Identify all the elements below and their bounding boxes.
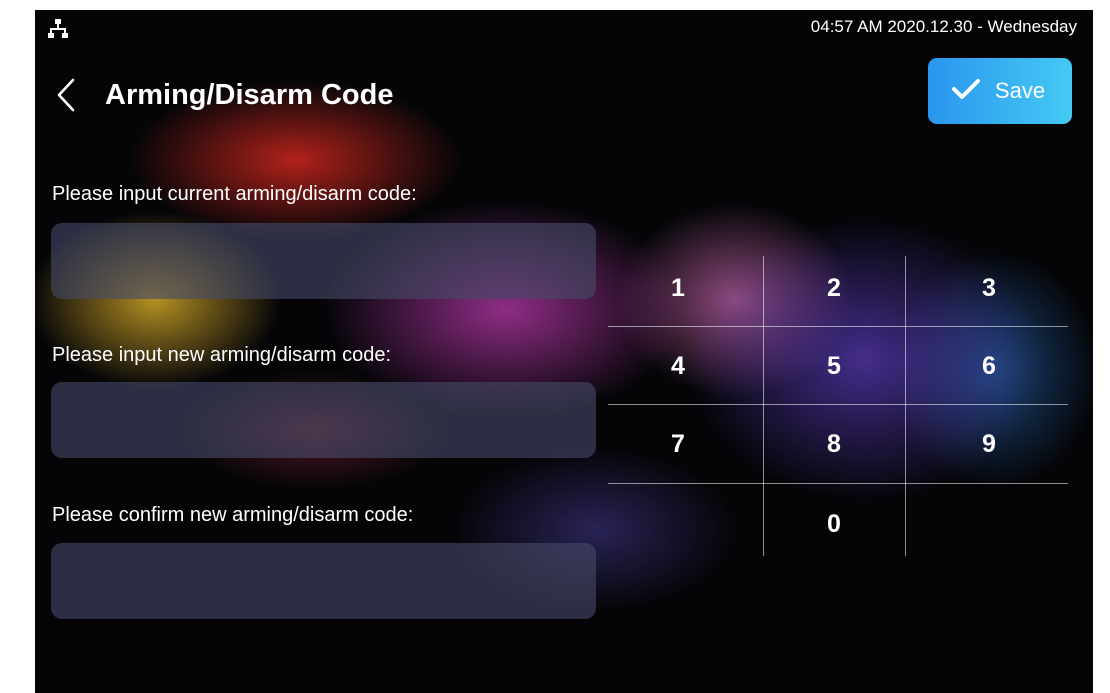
keypad-key-2[interactable]: 2 [764, 252, 904, 324]
save-button[interactable]: Save [928, 58, 1072, 124]
new-code-label: Please input new arming/disarm code: [52, 344, 392, 366]
checkmark-icon [951, 77, 981, 106]
keypad-divider-horizontal-1 [608, 326, 1068, 327]
back-button[interactable] [49, 75, 83, 119]
status-datetime: 04:57 AM 2020.12.30 - Wednesday [810, 17, 1077, 36]
numeric-keypad: 1 2 3 4 5 6 7 8 9 0 [608, 246, 1068, 566]
keypad-key-4[interactable]: 4 [608, 330, 748, 402]
keypad-key-9[interactable]: 9 [919, 408, 1059, 480]
keypad-key-0[interactable]: 0 [764, 488, 904, 560]
keypad-key-5[interactable]: 5 [764, 330, 904, 402]
keypad-key-8[interactable]: 8 [764, 408, 904, 480]
status-bar: 04:57 AM 2020.12.30 - Wednesday [35, 10, 1093, 44]
keypad-divider-vertical-2 [905, 256, 906, 556]
keypad-divider-horizontal-3 [608, 483, 1068, 484]
keypad-key-7[interactable]: 7 [608, 408, 748, 480]
arming-code-screen: 04:57 AM 2020.12.30 - Wednesday Arming/D… [35, 10, 1093, 693]
network-topology-icon [47, 18, 69, 40]
confirm-code-label: Please confirm new arming/disarm code: [52, 504, 414, 526]
chevron-left-icon [56, 78, 76, 117]
keypad-key-1[interactable]: 1 [608, 252, 748, 324]
confirm-code-input[interactable] [51, 543, 596, 619]
keypad-divider-horizontal-2 [608, 404, 1068, 405]
keypad-key-3[interactable]: 3 [919, 252, 1059, 324]
keypad-key-6[interactable]: 6 [919, 330, 1059, 402]
save-button-label: Save [994, 78, 1046, 103]
page-title: Arming/Disarm Code [105, 79, 394, 111]
current-code-label: Please input current arming/disarm code: [52, 183, 417, 205]
current-code-input[interactable] [51, 223, 596, 299]
new-code-input[interactable] [51, 382, 596, 458]
